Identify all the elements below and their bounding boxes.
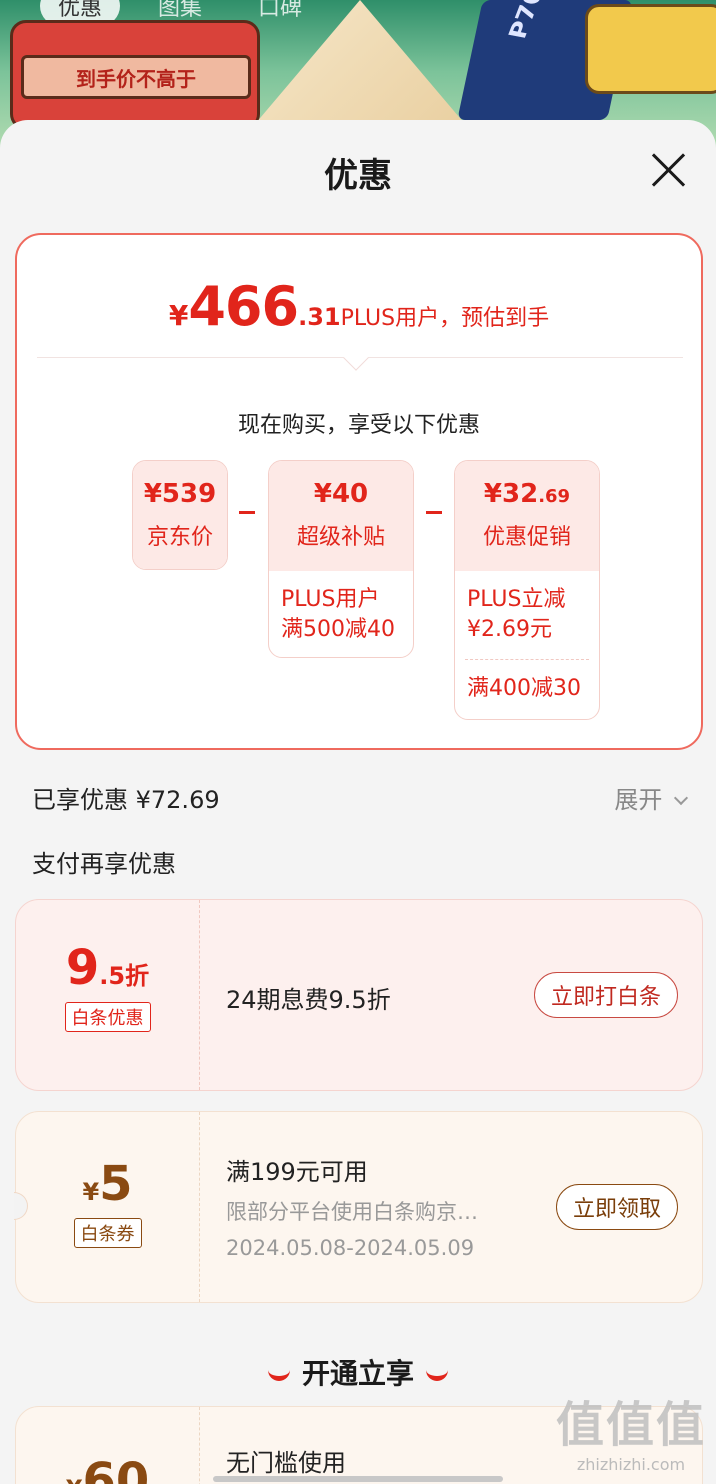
coupon-amount-big: 5 (99, 1156, 133, 1212)
minus-icon (426, 511, 442, 514)
baitiao-coupon-card: ¥5 白条券 满199元可用 限部分平台使用白条购京… 2024.05.08-2… (14, 1111, 703, 1303)
box-amount-int: ¥32 (483, 479, 539, 509)
coupon-amount-big: 60 (82, 1453, 150, 1484)
coupon-tag: 白条优惠 (64, 1002, 151, 1032)
box-label: 京东价 (146, 525, 213, 550)
watermark: 值值值 zhizhizhi.com (556, 1385, 706, 1474)
coupon-currency: ¥ (66, 1475, 83, 1484)
coupon-title: 24期息费9.5折 (226, 986, 391, 1014)
close-icon[interactable] (650, 152, 686, 188)
open-section-title: 开通立享 (301, 1357, 414, 1390)
box-detail: 满400减30 (467, 676, 581, 701)
estimated-price-card: ¥466.31PLUS用户，预估到手 现在购买，享受以下优惠 ¥539 京东价 … (15, 233, 703, 750)
now-buy-text: 现在购买，享受以下优惠 (237, 413, 480, 438)
coupon-subtitle: 限部分平台使用白条购京… (226, 1200, 478, 1224)
price-box-jd: ¥539 京东价 (132, 460, 228, 570)
box-header: ¥539 京东价 (133, 461, 227, 569)
smile-left-icon (267, 1369, 290, 1381)
chevron-down-icon (673, 790, 689, 806)
car-illustration (585, 4, 716, 94)
box-label: 超级补贴 (296, 525, 385, 550)
smile-right-icon (426, 1369, 448, 1381)
coupon-value: ¥60 (16, 1407, 200, 1484)
estimated-price: ¥466.31PLUS用户，预估到手 (17, 275, 701, 338)
sheet-title: 优惠 (324, 155, 392, 196)
box-header: ¥40 超级补贴 (269, 461, 413, 571)
box-label: 优惠促销 (482, 525, 571, 550)
expand-label: 展开 (614, 786, 663, 814)
claim-coupon-button[interactable]: 立即领取 (555, 1184, 678, 1230)
coupon-amount-big: 9 (65, 940, 100, 996)
box-detail: PLUS用户 满500减40 (281, 587, 395, 642)
minus-icon (239, 511, 255, 514)
coupon-amount-small: .5折 (99, 962, 150, 990)
price-currency: ¥ (168, 299, 189, 332)
coupon-title: 无门槛使用 (226, 1449, 346, 1477)
ssd-label: P7000D (503, 0, 569, 41)
price-decimal: .31 (298, 303, 341, 331)
home-indicator[interactable] (213, 1476, 503, 1482)
price-note: PLUS用户，预估到手 (340, 306, 550, 331)
expand-button[interactable]: 展开 (614, 780, 689, 815)
baitiao-discount-card: 9.5折 白条优惠 24期息费9.5折 立即打白条 (15, 899, 703, 1091)
sheet-header: 优惠 (0, 120, 716, 224)
box-amount: ¥32.69 (455, 461, 599, 509)
use-baitiao-button[interactable]: 立即打白条 (533, 972, 678, 1018)
coupon-title: 满199元可用 (226, 1158, 368, 1186)
price-box-promo: ¥32.69 优惠促销 PLUS立减 ¥2.69元 满400减30 (454, 460, 600, 720)
watermark-url: zhizhizhi.com (576, 1455, 686, 1474)
divider-notch (343, 345, 369, 371)
coupon-value: ¥5 白条券 (16, 1112, 200, 1302)
box-header: ¥32.69 优惠促销 (455, 461, 599, 571)
coupon-amount: ¥5 (16, 1112, 199, 1212)
pay-more-heading: 支付再享优惠 (32, 850, 176, 878)
box-amount-dec: .69 (538, 486, 571, 507)
badge-text: 到手价不高于 (21, 55, 251, 99)
coupon-date: 2024.05.08-2024.05.09 (226, 1236, 475, 1260)
price-badge-illustration: 到手价不高于 (10, 20, 260, 130)
coupon-amount: 9.5折 (16, 900, 199, 996)
enjoyed-discount: 已享优惠 ¥72.69 (32, 786, 220, 814)
coupon-tag: 白条券 (73, 1218, 142, 1248)
box-amount: ¥539 (143, 479, 217, 509)
price-box-subsidy: ¥40 超级补贴 PLUS用户 满500减40 (268, 460, 414, 658)
coupon-amount: ¥60 (16, 1407, 199, 1484)
coupon-value: 9.5折 白条优惠 (16, 900, 200, 1090)
box-amount: ¥40 (313, 479, 369, 509)
box-detail: PLUS立减 ¥2.69元 (467, 587, 566, 642)
price-integer: 466 (188, 275, 299, 338)
watermark-logo: 值值值 (555, 1397, 706, 1453)
discount-sheet: 优惠 ¥466.31PLUS用户，预估到手 现在购买，享受以下优惠 ¥539 京… (0, 120, 716, 1484)
coupon-currency: ¥ (82, 1178, 100, 1206)
